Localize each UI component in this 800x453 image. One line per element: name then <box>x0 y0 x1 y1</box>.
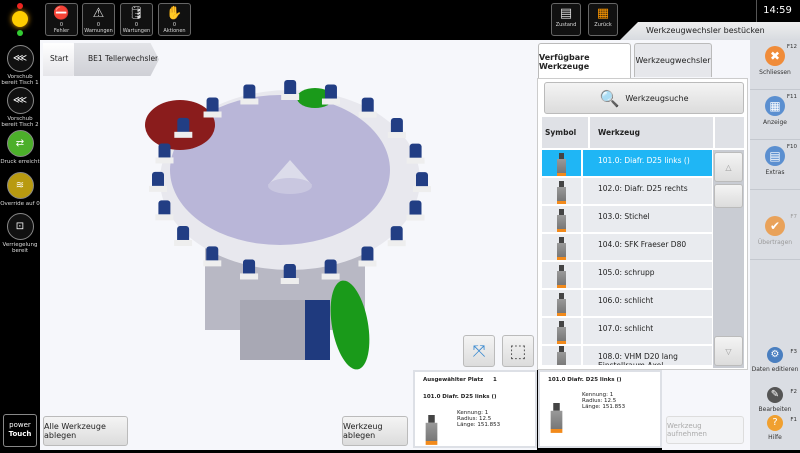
function-key-f3[interactable]: F3 ⚙ Daten editieren <box>750 345 800 385</box>
tool-gripper <box>358 111 377 118</box>
tool-gripper <box>321 273 340 280</box>
zoom-fit-icon: ⤧ <box>472 341 486 360</box>
tool-panel: Verfügbare Werkzeuge Werkzeugwechsler 🔍 W… <box>537 40 750 370</box>
status-indicator-icon: ⊡ <box>6 213 34 240</box>
fehler-button[interactable]: ⛔ 0 Fehler <box>45 3 78 36</box>
wireframe-view-button[interactable]: ⬚ <box>502 335 534 367</box>
scroll-down-button[interactable]: ▽ <box>714 336 743 366</box>
table-row[interactable]: 106.0: schlicht <box>542 290 712 317</box>
zurueck-button[interactable]: ▦ Zurück <box>588 3 618 36</box>
table-row[interactable]: 104.0: SFK Fraeser D80 <box>542 234 712 261</box>
status-indicator-icon: ⋘ <box>6 87 34 114</box>
table-header: Symbol Werkzeug <box>542 117 744 148</box>
tool-gripper <box>387 240 406 247</box>
aktionen-button[interactable]: ✋ 0 Aktionen <box>158 3 191 36</box>
tool-gripper <box>149 185 168 192</box>
extras-icon: ▤ <box>765 146 785 166</box>
tool-gripper <box>406 214 425 221</box>
tool-icon <box>557 321 566 344</box>
bearbeiten-icon: ✎ <box>767 387 783 403</box>
wartungen-button[interactable]: 🛢 0 Wartungen <box>120 3 153 36</box>
werkzeug-aufnehmen-button[interactable]: Werkzeug aufnehmen <box>666 416 744 444</box>
tool-gripper <box>155 214 174 221</box>
scroll-up-button[interactable]: △ <box>714 152 743 182</box>
tool-info-panel: 101.0 Diafr. D25 links () Kennung: 1 Rad… <box>538 370 662 448</box>
tool-gripper <box>321 98 340 105</box>
warnungen-button[interactable]: ⚠ 0 Warnungen <box>82 3 115 36</box>
werkzeugsuche-button[interactable]: 🔍 Werkzeugsuche <box>544 82 744 114</box>
tab-werkzeugwechsler[interactable]: Werkzeugwechsler <box>634 43 712 77</box>
tool-icon <box>557 293 566 316</box>
schliessen-icon: ✖ <box>765 46 785 66</box>
function-key-f11[interactable]: F11 ▦ Anzeige <box>750 90 800 140</box>
status-indicator-icon: ≋ <box>6 172 34 199</box>
tool-icon <box>557 153 566 176</box>
oil-can-icon: 🛢 <box>128 6 145 21</box>
table-row[interactable]: 107.0: schlicht <box>542 318 712 345</box>
screen-title: Werkzeugwechsler bestücken <box>620 22 800 40</box>
alle-werkzeuge-ablegen-button[interactable]: Alle Werkzeuge ablegen <box>43 416 128 446</box>
werkzeug-ablegen-button[interactable]: Werkzeug ablegen <box>342 416 408 446</box>
sidebar-status-1[interactable]: ⋘ Vorschub bereit Tisch 1 <box>0 45 40 86</box>
selected-place-panel: Ausgewählter Platz 1 101.0 Diafr. D25 li… <box>413 370 537 448</box>
tool-icon <box>425 415 438 445</box>
tool-gripper <box>174 131 193 138</box>
tool-gripper <box>412 186 431 193</box>
tool-gripper <box>406 157 425 164</box>
function-key-f10[interactable]: F10 ▤ Extras <box>750 140 800 190</box>
sidebar-status-3[interactable]: ⇄ Druck erreicht <box>0 130 40 165</box>
tool-gripper <box>358 260 377 267</box>
tool-icon <box>557 265 566 288</box>
tool-gripper <box>280 277 299 284</box>
tool-gripper <box>387 132 406 139</box>
daten-editieren-icon: ⚙ <box>767 347 783 363</box>
clock: 14:59 <box>763 5 792 16</box>
tool-icon <box>550 403 563 433</box>
search-icon: 🔍 <box>599 88 620 108</box>
tool-gripper <box>281 94 300 101</box>
sidebar-status-4[interactable]: ≋ Override auf 0 <box>0 172 40 207</box>
table-row[interactable]: 102.0: Diafr. D25 rechts <box>542 178 712 205</box>
tool-gripper <box>203 111 222 118</box>
status-indicator-icon: ⋘ <box>6 45 34 72</box>
übertragen-icon: ✔ <box>765 216 785 236</box>
tool-gripper <box>240 98 259 105</box>
sidebar-status-2[interactable]: ⋘ Vorschub bereit Tisch 2 <box>0 87 40 128</box>
anzeige-icon: ▦ <box>765 96 785 116</box>
table-row[interactable]: 105.0: schrupp <box>542 262 712 289</box>
scrollbar[interactable]: △ ▽ <box>713 150 744 368</box>
tool-changer-model <box>145 80 431 370</box>
table-row[interactable]: 101.0: Diafr. D25 links () <box>542 150 712 177</box>
table-row[interactable]: 108.0: VHM D20 lang Einstellraum Axel <box>542 346 712 366</box>
zustand-button[interactable]: ▤ Zustand <box>551 3 581 36</box>
hand-icon: ✋ <box>166 6 183 21</box>
tool-gripper <box>174 239 193 246</box>
tool-gripper <box>240 273 259 280</box>
tool-icon <box>557 346 566 365</box>
warning-icon: ⚠ <box>92 6 105 21</box>
zoom-fit-button[interactable]: ⤧ <box>463 335 495 367</box>
tool-icon <box>557 209 566 232</box>
power-touch-logo: power Touch <box>3 414 37 447</box>
tool-gripper <box>203 260 222 267</box>
tool-gripper <box>155 157 174 164</box>
back-icon: ▦ <box>596 6 610 21</box>
hilfe-icon: ? <box>767 415 783 431</box>
tab-verfuegbare-werkzeuge[interactable]: Verfügbare Werkzeuge <box>538 43 631 79</box>
cube-icon: ⬚ <box>509 340 527 362</box>
function-key-f1[interactable]: F1? Hilfe <box>750 413 800 453</box>
status-icon: ▤ <box>559 6 573 21</box>
function-key-f12[interactable]: F12 ✖ Schliessen <box>750 40 800 90</box>
tool-icon <box>557 237 566 260</box>
tool-icon <box>557 181 566 204</box>
scroll-thumb[interactable] <box>714 184 743 208</box>
status-indicator-icon: ⇄ <box>6 130 34 157</box>
sidebar-status-5[interactable]: ⊡ Verriegelung bereit <box>0 213 40 254</box>
traffic-light-icon <box>10 3 30 38</box>
table-row[interactable]: 103.0: Stichel <box>542 206 712 233</box>
stop-icon: ⛔ <box>53 6 70 21</box>
function-key-f7[interactable]: F7 ✔ Übertragen <box>750 210 800 260</box>
